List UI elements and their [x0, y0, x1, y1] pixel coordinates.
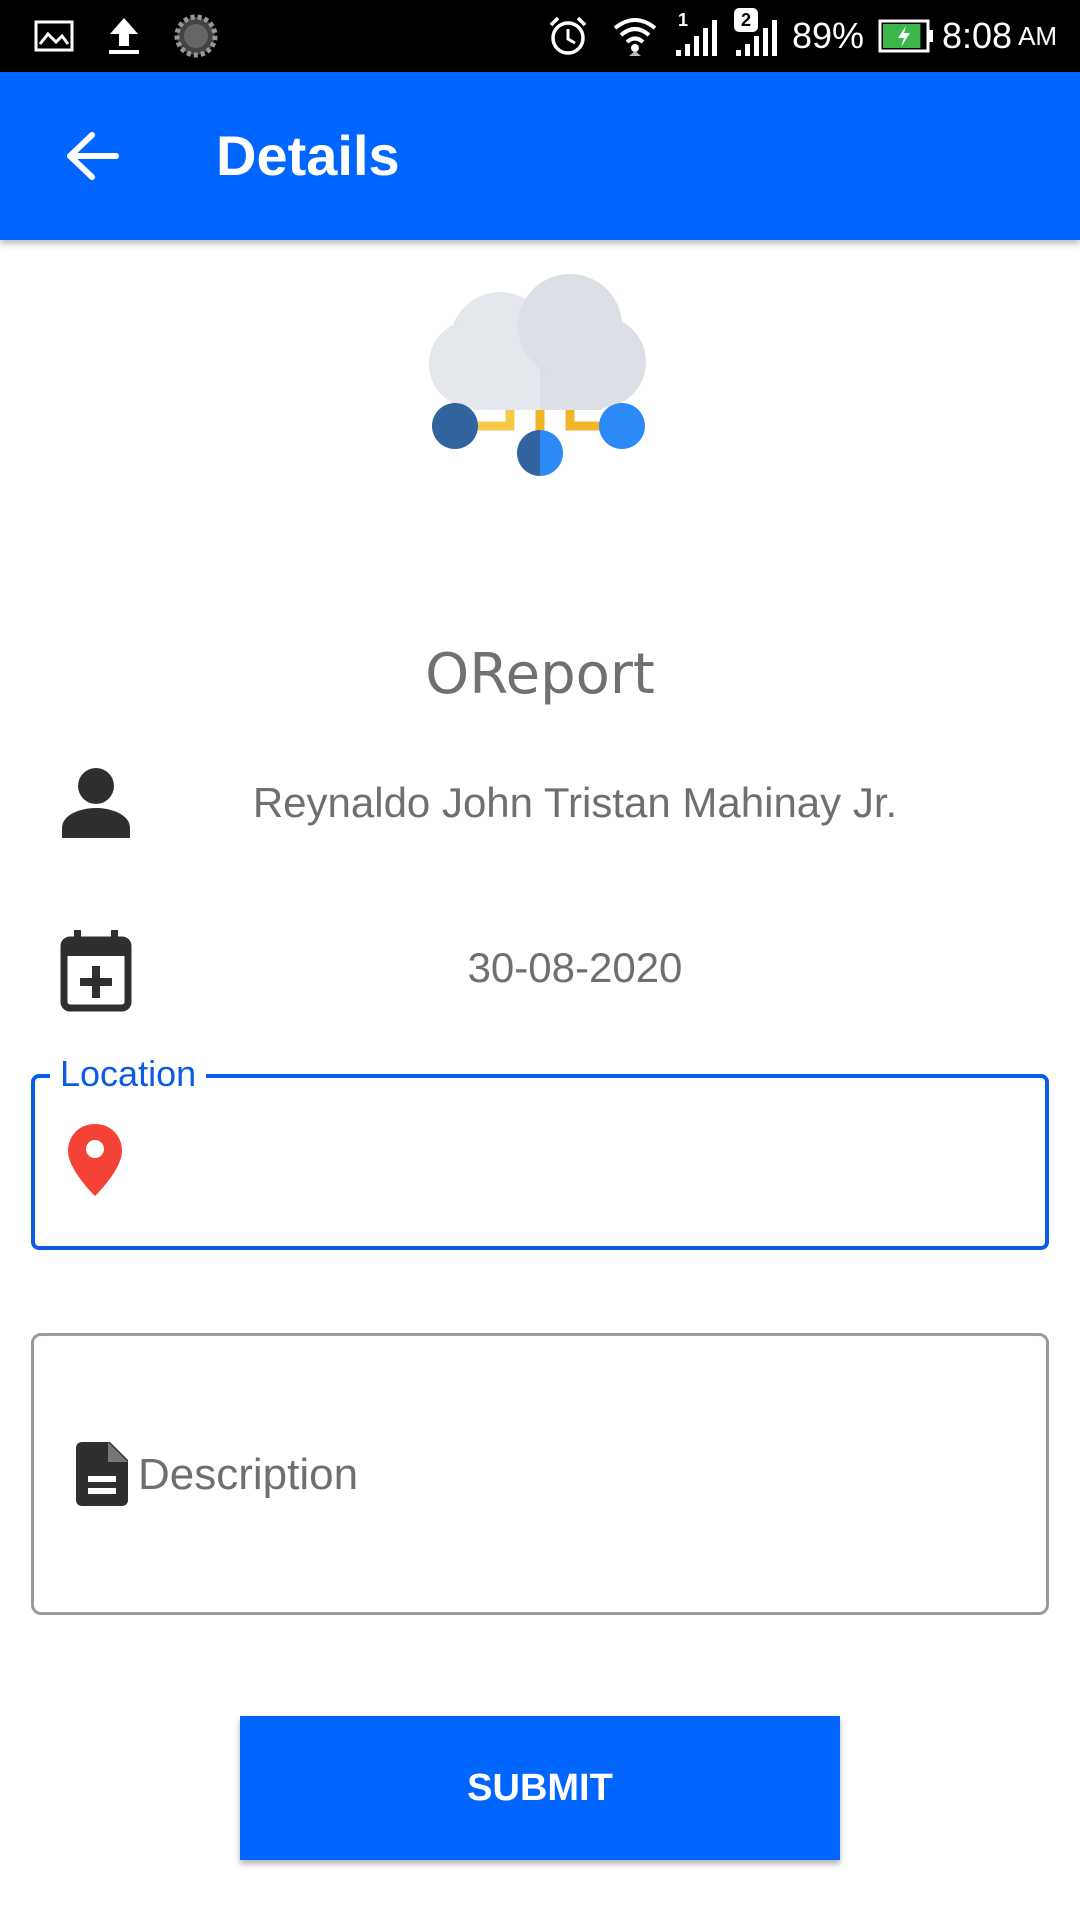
location-label: Location [50, 1052, 207, 1096]
app-bar: Details [0, 72, 1080, 240]
clock: 8:08 AM [942, 15, 1058, 56]
calendar-add-icon [56, 928, 136, 1012]
location-field[interactable] [31, 1074, 1049, 1250]
status-bar: 1 2 89% 8:08 AM [0, 0, 1080, 72]
alarm-icon [546, 0, 590, 72]
user-name: Reynaldo John Tristan Mahinay Jr. [252, 779, 898, 826]
back-button[interactable] [48, 112, 136, 200]
submit-button[interactable]: SUBMIT [240, 1716, 840, 1860]
signal-icon: 1 [674, 0, 718, 72]
page-title: Details [216, 124, 400, 187]
app-name: OReport [425, 642, 655, 707]
gallery-icon [34, 0, 74, 72]
battery-percent: 89% [792, 15, 865, 56]
person-icon [56, 762, 136, 842]
sim2-label: 2 [734, 8, 758, 32]
arrow-back-icon [67, 132, 119, 180]
signal-icon: 2 [734, 0, 778, 72]
report-date: 30-08-2020 [467, 944, 683, 991]
map-pin-icon [66, 1122, 124, 1198]
loading-icon [174, 0, 218, 72]
location-input[interactable] [145, 1078, 1025, 1246]
document-icon [74, 1440, 130, 1508]
wifi-icon [612, 0, 658, 72]
description-placeholder: Description [138, 1450, 359, 1499]
sim1-label: 1 [678, 10, 689, 30]
upload-icon [106, 0, 142, 72]
battery-icon [878, 0, 934, 72]
cloud-network-icon [420, 256, 660, 486]
